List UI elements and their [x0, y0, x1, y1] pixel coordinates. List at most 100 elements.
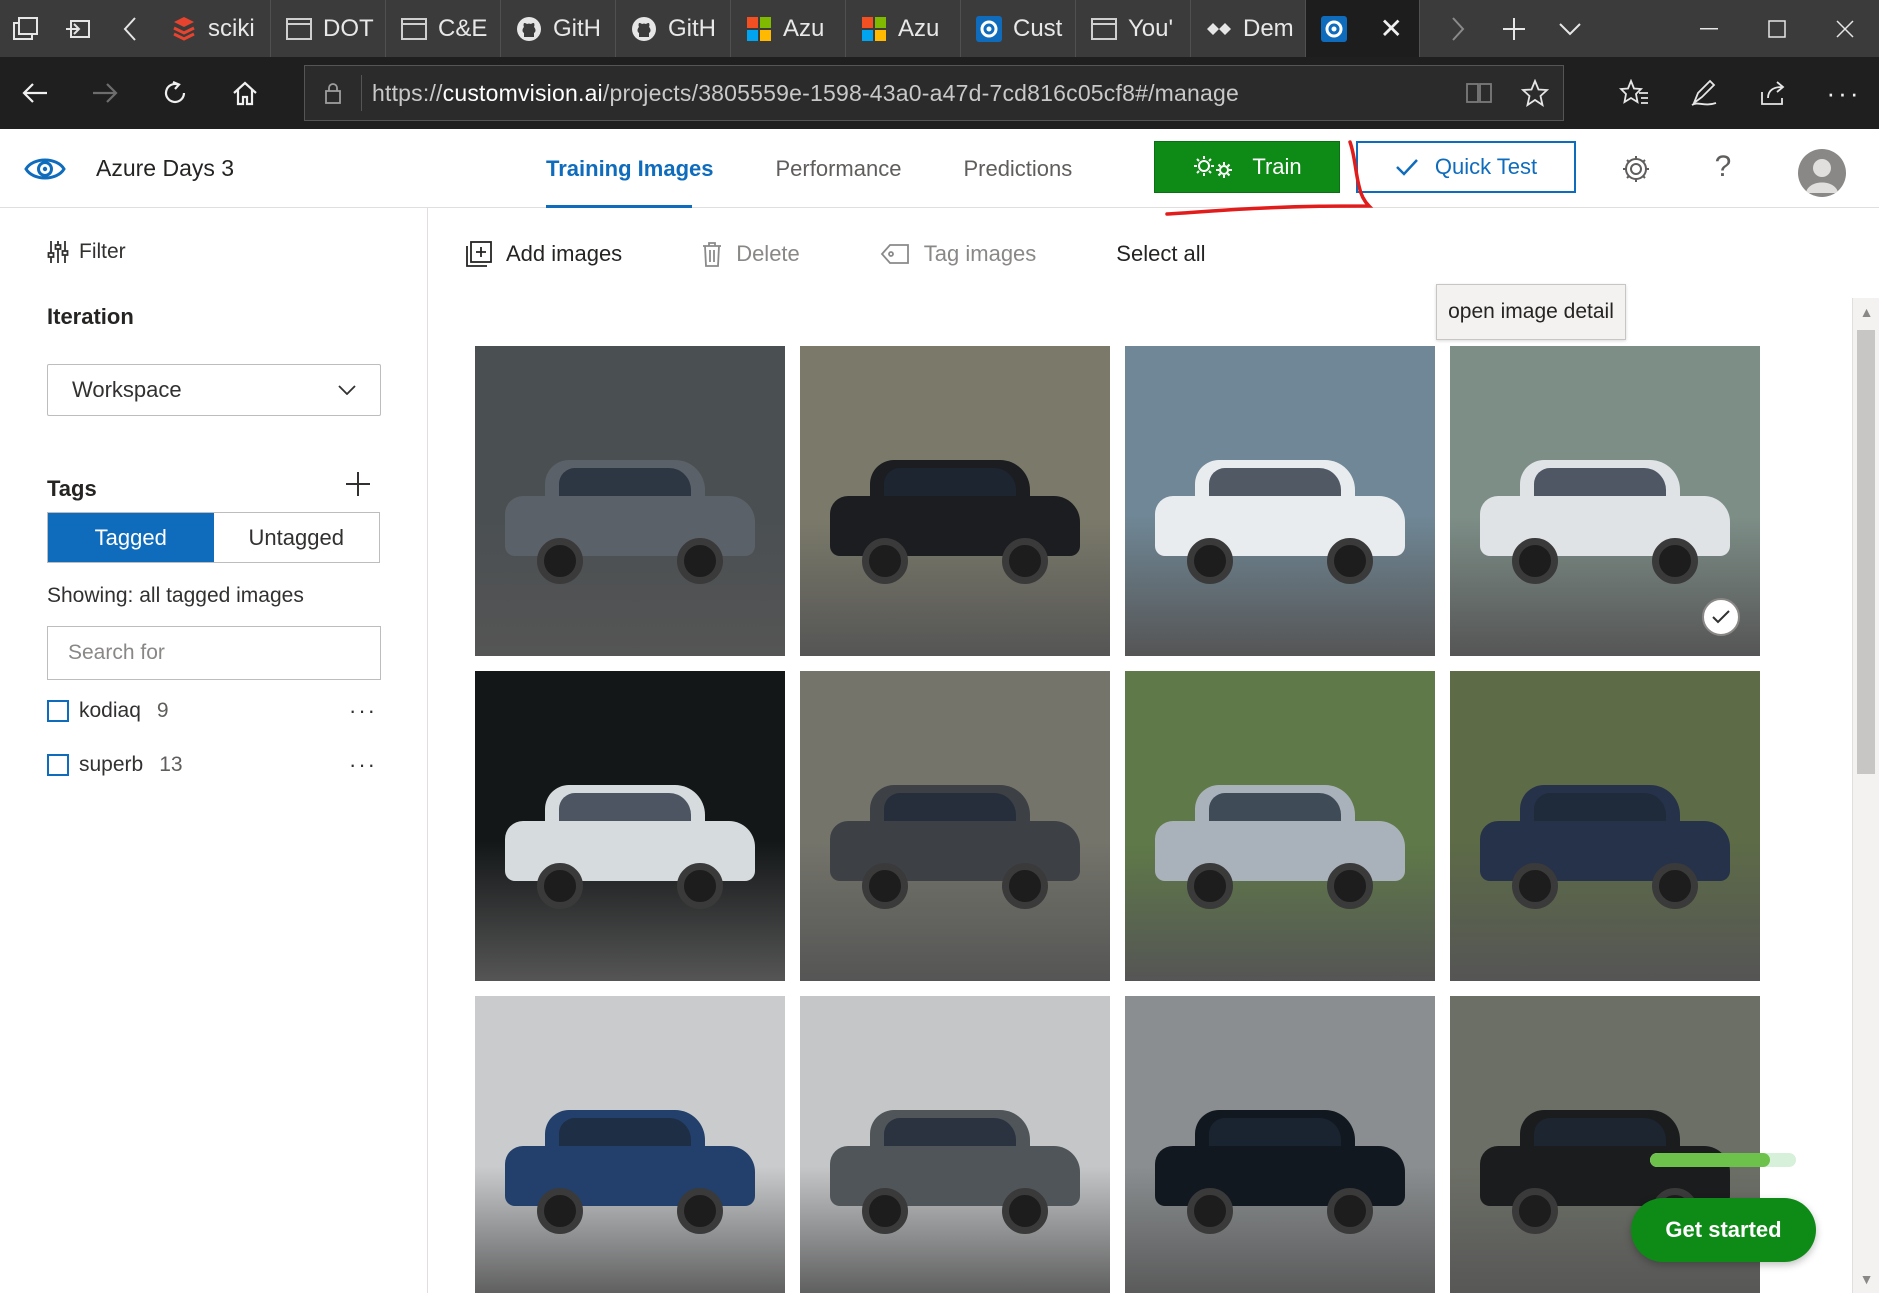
training-image-thumbnail[interactable]: [1450, 346, 1760, 656]
tab-performance[interactable]: Performance: [776, 129, 902, 208]
minimize-icon[interactable]: [1675, 0, 1743, 57]
browser-tab-label: You': [1128, 14, 1174, 42]
image-toolbar: Add images Delete Tag images Select all: [466, 238, 1286, 270]
progress-fill: [1650, 1153, 1770, 1167]
training-image-thumbnail[interactable]: [1125, 346, 1435, 656]
browser-tab-strip: sciki DOT C&E GitH GitH Azu Azu Cust You' Dem ✕: [0, 0, 1879, 57]
training-image-thumbnail[interactable]: [475, 996, 785, 1293]
scrollbar[interactable]: ▲ ▼: [1852, 298, 1879, 1293]
home-icon[interactable]: [210, 57, 280, 129]
lock-icon[interactable]: [305, 82, 361, 104]
app-tabs: Training Images Performance Predictions: [546, 129, 1072, 208]
forward-arrow-icon[interactable]: [70, 57, 140, 129]
tag-checkbox[interactable]: [47, 700, 69, 722]
avatar[interactable]: [1798, 149, 1846, 197]
tag-more-icon[interactable]: ···: [349, 752, 377, 778]
training-image-thumbnail[interactable]: [800, 346, 1110, 656]
scrollbar-thumb[interactable]: [1857, 330, 1875, 774]
add-image-icon: [466, 241, 492, 267]
address-bar[interactable]: https://customvision.ai/projects/3805559…: [304, 65, 1564, 121]
dem-icon: [1205, 15, 1233, 43]
set-tabs-aside-icon[interactable]: [52, 0, 104, 57]
pen-notes-icon[interactable]: [1669, 57, 1739, 129]
settings-gear-icon[interactable]: [1616, 149, 1656, 189]
browser-tab[interactable]: Azu: [846, 0, 961, 57]
selected-check-icon[interactable]: [1702, 598, 1740, 636]
browser-tab[interactable]: DOT: [271, 0, 386, 57]
tag-checkbox[interactable]: [47, 754, 69, 776]
browser-tab[interactable]: You': [1076, 0, 1191, 57]
delete-button[interactable]: Delete: [702, 241, 800, 267]
browser-tab-label: DOT: [323, 14, 374, 42]
refresh-icon[interactable]: [140, 57, 210, 129]
training-image-thumbnail[interactable]: [1125, 671, 1435, 981]
tag-name: superb: [79, 753, 144, 776]
tag-item-superb[interactable]: superb 13 ···: [47, 750, 377, 780]
browser-tab-active[interactable]: ✕: [1306, 0, 1420, 57]
browser-tab[interactable]: sciki: [156, 0, 271, 57]
tab-tools: [1430, 0, 1598, 57]
train-button[interactable]: Train: [1154, 141, 1340, 193]
quick-test-button[interactable]: Quick Test: [1356, 141, 1576, 193]
reading-view-icon[interactable]: [1451, 82, 1507, 104]
favorite-star-icon[interactable]: [1507, 79, 1563, 107]
back-arrow-icon[interactable]: [0, 57, 70, 129]
share-icon[interactable]: [1739, 57, 1809, 129]
scroll-down-arrow-icon[interactable]: ▼: [1853, 1265, 1879, 1293]
quick-test-label: Quick Test: [1434, 154, 1538, 179]
browser-tab-label: Cust: [1013, 14, 1063, 42]
browser-toolbar-right: ···: [1599, 57, 1879, 129]
add-images-label: Add images: [506, 241, 623, 266]
training-image-thumbnail[interactable]: [1125, 996, 1435, 1293]
tab-predictions[interactable]: Predictions: [963, 129, 1072, 208]
tagged-button[interactable]: Tagged: [48, 513, 214, 562]
scroll-tabs-left-icon[interactable]: [104, 0, 156, 57]
browser-tab[interactable]: GitH: [501, 0, 616, 57]
tag-search-input[interactable]: [47, 626, 381, 680]
browser-tab[interactable]: GitH: [616, 0, 731, 57]
car-image: [1155, 459, 1405, 584]
scroll-up-arrow-icon[interactable]: ▲: [1853, 298, 1879, 326]
training-image-thumbnail[interactable]: [475, 346, 785, 656]
filter-sliders-icon: [47, 241, 69, 263]
help-icon[interactable]: ?: [1703, 147, 1743, 187]
scikit-icon: [170, 15, 198, 43]
eye-logo-icon[interactable]: [24, 151, 66, 187]
training-image-thumbnail[interactable]: [800, 671, 1110, 981]
add-images-button[interactable]: Add images: [466, 241, 622, 267]
untagged-button[interactable]: Untagged: [214, 513, 380, 562]
close-tab-icon[interactable]: ✕: [1380, 12, 1403, 45]
browser-tab[interactable]: Cust: [961, 0, 1076, 57]
tab-preview-chevron-icon[interactable]: [1542, 0, 1598, 57]
car-image: [505, 1109, 755, 1234]
tagged-untagged-toggle: Tagged Untagged: [47, 512, 380, 563]
new-tab-icon[interactable]: [1486, 0, 1542, 57]
tab-manager-icon[interactable]: [0, 0, 52, 57]
browser-tab[interactable]: Dem: [1191, 0, 1306, 57]
browser-tab[interactable]: Azu: [731, 0, 846, 57]
tag-item-kodiaq[interactable]: kodiaq 9 ···: [47, 696, 377, 726]
customvision-icon: [975, 15, 1003, 43]
close-window-icon[interactable]: [1811, 0, 1879, 57]
get-started-button[interactable]: Get started: [1631, 1198, 1816, 1262]
iteration-select[interactable]: Workspace: [47, 364, 381, 416]
onboarding-progress-bar: [1650, 1153, 1796, 1167]
training-image-thumbnail[interactable]: [1450, 671, 1760, 981]
training-image-thumbnail[interactable]: [800, 996, 1110, 1293]
favorites-hub-icon[interactable]: [1599, 57, 1669, 129]
scroll-tabs-right-icon[interactable]: [1430, 0, 1486, 57]
url-text[interactable]: https://customvision.ai/projects/3805559…: [372, 80, 1451, 107]
tab-training-images[interactable]: Training Images: [546, 129, 714, 208]
browser-tab[interactable]: C&E: [386, 0, 501, 57]
browser-tab-label: GitH: [553, 14, 601, 42]
maximize-icon[interactable]: [1743, 0, 1811, 57]
more-options-icon[interactable]: ···: [1809, 57, 1879, 129]
filter-label: Filter: [79, 240, 126, 263]
add-tag-plus-icon[interactable]: [344, 470, 372, 504]
tag-images-button[interactable]: Tag images: [880, 241, 1036, 267]
filter-toggle[interactable]: Filter: [47, 240, 126, 264]
car-image: [505, 459, 755, 584]
training-image-thumbnail[interactable]: [475, 671, 785, 981]
select-all-button[interactable]: Select all: [1116, 241, 1205, 267]
tag-more-icon[interactable]: ···: [349, 698, 377, 724]
